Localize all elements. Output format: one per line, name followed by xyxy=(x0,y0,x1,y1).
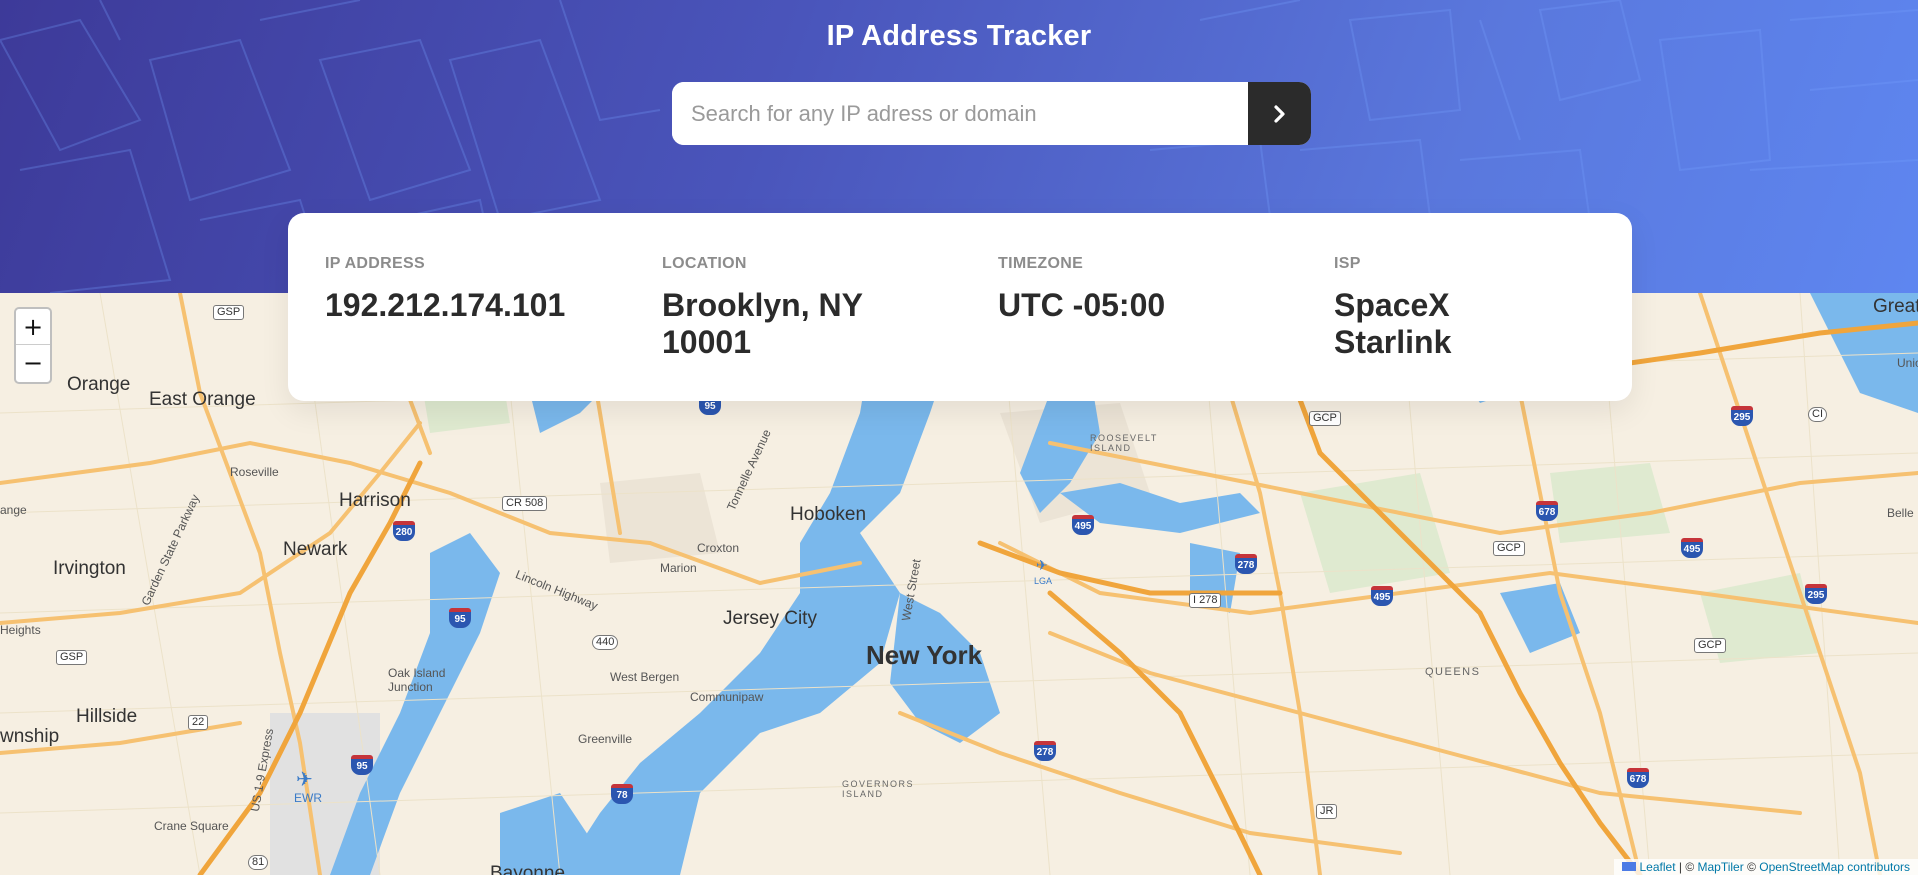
attribution-separator: © xyxy=(1743,860,1760,874)
route-shield-gcp: GCP xyxy=(1493,541,1525,556)
interstate-shield: 78 xyxy=(611,784,633,804)
interstate-shield: 278 xyxy=(1034,741,1056,761)
map-label-lga: LGA xyxy=(1034,576,1053,586)
interstate-shield: 678 xyxy=(1536,501,1558,521)
search-bar xyxy=(672,82,1311,145)
map-label-hillside: Hillside xyxy=(76,706,138,727)
search-submit-button[interactable] xyxy=(1248,82,1311,145)
route-shield-cr508: CR 508 xyxy=(502,496,548,511)
route-shield-gsp: GSP xyxy=(56,650,88,665)
interstate-shield: 295 xyxy=(1731,406,1753,426)
maptiler-link[interactable]: MapTiler xyxy=(1698,860,1744,874)
map-label-ange: ange xyxy=(0,503,27,517)
ip-info-card: IP ADDRESS 192.212.174.101 LOCATION Broo… xyxy=(288,213,1632,401)
map-label-governors-island: GOVERNORS ISLAND xyxy=(842,779,915,799)
map-zoom-control: + − xyxy=(14,307,52,384)
map-label-heights: Heights xyxy=(0,623,41,637)
map-label-roosevelt-island: ROOSEVELT ISLAND xyxy=(1090,433,1158,453)
interstate-shield: 678 xyxy=(1627,768,1649,788)
chevron-right-icon xyxy=(1273,104,1285,123)
map-label-crane-square: Crane Square xyxy=(154,819,229,833)
map-label-new-york: New York xyxy=(866,640,983,670)
route-shield-440: 440 xyxy=(592,635,619,650)
route-shield-i278: I 278 xyxy=(1189,593,1222,608)
map-label-unio: Unio xyxy=(1897,356,1918,370)
interstate-shield: 495 xyxy=(1072,515,1094,535)
map-label-hoboken: Hoboken xyxy=(790,504,867,525)
map-label-oak-island-junction: Oak Island Junction xyxy=(388,666,446,694)
map-label-jersey-city: Jersey City xyxy=(723,608,817,629)
map-label-marion: Marion xyxy=(660,561,697,575)
leaflet-link[interactable]: Leaflet xyxy=(1640,860,1676,874)
airport-icon: ✈ xyxy=(296,769,313,791)
osm-link[interactable]: OpenStreetMap contributors xyxy=(1759,860,1910,874)
route-shield-gcp: GCP xyxy=(1694,638,1726,653)
map-label-newark: Newark xyxy=(283,539,348,560)
route-shield-22: 22 xyxy=(188,715,209,730)
map-label-irvington: Irvington xyxy=(53,558,126,579)
map-label-orange: Orange xyxy=(67,374,131,395)
interstate-shield: 278 xyxy=(1235,554,1257,574)
interstate-shield: 95 xyxy=(449,608,471,628)
interstate-shield: 280 xyxy=(393,521,415,541)
timezone-section: TIMEZONE UTC -05:00 xyxy=(998,255,1298,324)
map-label-belle: Belle xyxy=(1887,506,1914,520)
location-label: LOCATION xyxy=(662,255,747,272)
location-section: LOCATION Brooklyn, NY 10001 xyxy=(662,255,962,361)
route-shield-81: 81 xyxy=(248,855,269,870)
timezone-value: UTC -05:00 xyxy=(998,287,1166,323)
airport-icon: ✈ xyxy=(1036,557,1048,573)
interstate-shield: 295 xyxy=(1805,584,1827,604)
map-label-croxton: Croxton xyxy=(697,541,740,555)
map-label-harrison: Harrison xyxy=(339,490,411,511)
timezone-label: TIMEZONE xyxy=(998,255,1084,272)
map-label-greenville: Greenville xyxy=(578,732,633,746)
map-label-bayonne: Bayonne xyxy=(490,863,566,875)
isp-section: ISP SpaceX Starlink xyxy=(1334,255,1634,361)
page-title: IP Address Tracker xyxy=(826,20,1092,52)
map-label-east-orange: East Orange xyxy=(149,389,256,410)
interstate-shield: 95 xyxy=(351,755,373,775)
zoom-in-button[interactable]: + xyxy=(16,309,50,345)
map-label-queens: QUEENS xyxy=(1425,666,1481,678)
ip-address-section: IP ADDRESS 192.212.174.101 xyxy=(325,255,625,324)
map-label-ewr: EWR xyxy=(294,791,322,805)
map-label-west-bergen: West Bergen xyxy=(610,670,680,684)
route-shield-jr: JR xyxy=(1316,804,1338,819)
route-shield-ci: CI xyxy=(1808,407,1827,422)
map-attribution: Leaflet | © MapTiler © OpenStreetMap con… xyxy=(1613,859,1918,875)
map-label-communipaw: Communipaw xyxy=(690,690,764,704)
location-value: Brooklyn, NY 10001 xyxy=(662,287,863,360)
isp-label: ISP xyxy=(1334,255,1361,272)
ip-address-label: IP ADDRESS xyxy=(325,255,425,272)
map-label-great: Great xyxy=(1873,296,1918,317)
isp-value: SpaceX Starlink xyxy=(1334,287,1452,360)
leaflet-flag-icon xyxy=(1621,862,1636,871)
route-shield-gcp: GCP xyxy=(1309,411,1341,426)
route-shield-gsp: GSP xyxy=(213,305,245,320)
map-label-roseville: Roseville xyxy=(230,465,279,479)
search-input[interactable] xyxy=(672,82,1248,145)
map-label-township: wnship xyxy=(0,726,60,747)
attribution-separator: | © xyxy=(1675,860,1698,874)
interstate-shield: 495 xyxy=(1681,538,1703,558)
zoom-out-button[interactable]: − xyxy=(16,345,50,381)
ip-address-value: 192.212.174.101 xyxy=(325,287,566,323)
interstate-shield: 495 xyxy=(1371,586,1393,606)
